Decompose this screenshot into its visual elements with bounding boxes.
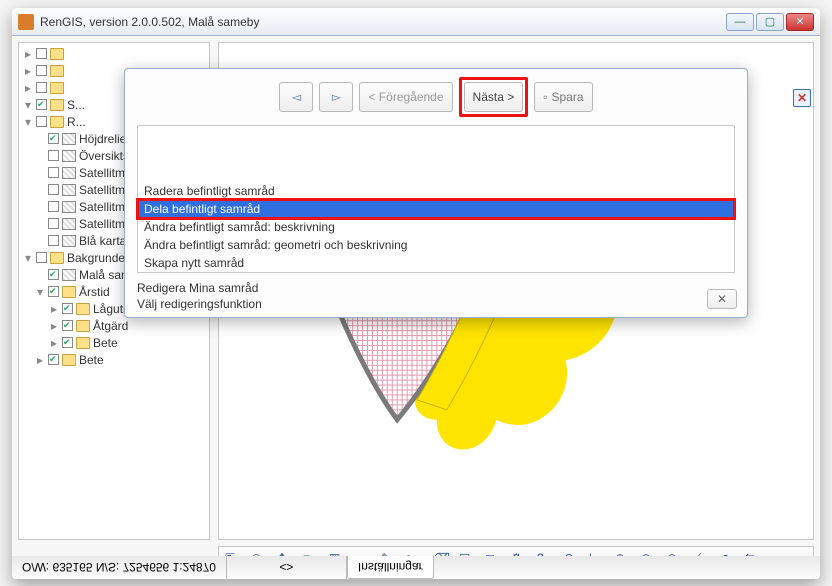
layer-checkbox[interactable] [36, 116, 47, 127]
tree-item-label: R... [67, 115, 86, 129]
status-mid: <> [227, 556, 347, 579]
layer-icon [62, 218, 76, 230]
layer-icon [62, 133, 76, 145]
layer-checkbox[interactable] [48, 286, 59, 297]
folder-icon [50, 252, 64, 264]
folder-icon [76, 303, 90, 315]
folder-icon [50, 65, 64, 77]
folder-icon [50, 48, 64, 60]
dialog-first-button[interactable]: ◅ [279, 82, 313, 112]
expand-icon[interactable]: ▸ [35, 353, 45, 367]
layer-checkbox[interactable] [48, 269, 59, 280]
tree-item[interactable]: ▸ Bete [23, 334, 207, 351]
expand-icon[interactable]: ▸ [49, 336, 59, 350]
dialog-option[interactable]: Ändra befintligt samråd: beskrivning [138, 218, 734, 236]
dialog-options-list[interactable]: Skapa nytt samrådÄndra befintligt samråd… [137, 125, 735, 273]
expand-icon[interactable]: ▸ [49, 302, 59, 316]
edit-dialog: ◅ ▻ < Föregående Nästa > ▫ Spara Skapa n… [124, 68, 748, 318]
status-bar: O/W: 635165 N/S: 7254656 1:24870 <> Inst… [12, 556, 820, 580]
dialog-button-bar: ◅ ▻ < Föregående Nästa > ▫ Spara [125, 75, 747, 119]
tree-item-label: Bakgrunder [67, 251, 129, 265]
layer-checkbox[interactable] [36, 99, 47, 110]
layer-checkbox[interactable] [48, 150, 59, 161]
tree-item-label: Höjdrelief [79, 132, 130, 146]
save-icon: ▫ [543, 90, 547, 104]
layer-checkbox[interactable] [48, 184, 59, 195]
expand-icon[interactable]: ▸ [23, 47, 33, 61]
expand-icon[interactable]: ▾ [23, 98, 33, 112]
coords-readout: O/W: 635165 N/S: 7254656 1:24870 [12, 556, 227, 579]
dialog-option[interactable]: Dela befintligt samråd [138, 200, 734, 218]
folder-icon [50, 116, 64, 128]
settings-tab[interactable]: Inställningar [347, 556, 434, 579]
dialog-option[interactable]: Ändra befintligt samråd: geometri och be… [138, 236, 734, 254]
tree-item-label: Bete [93, 336, 118, 350]
layer-icon [62, 150, 76, 162]
app-icon [18, 14, 34, 30]
window-buttons: — ▢ ✕ [726, 13, 814, 31]
folder-icon [76, 320, 90, 332]
expand-icon[interactable]: ▸ [23, 81, 33, 95]
maximize-button[interactable]: ▢ [756, 13, 784, 31]
tree-item-label: Årstid [79, 285, 110, 299]
tree-item[interactable]: ▸ [23, 45, 207, 62]
dialog-option[interactable]: Radera befintligt samråd [138, 182, 734, 200]
dialog-next-button[interactable]: Nästa > [464, 82, 524, 112]
layer-checkbox[interactable] [36, 252, 47, 263]
layer-checkbox[interactable] [36, 65, 47, 76]
layer-icon [62, 184, 76, 196]
folder-icon [62, 354, 76, 366]
highlight-next: Nästa > [459, 77, 529, 117]
layer-checkbox[interactable] [48, 354, 59, 365]
dialog-labels: Välj redigeringsfunktion Redigera Mina s… [137, 281, 262, 311]
dialog-save-button[interactable]: ▫ Spara [534, 82, 592, 112]
layer-checkbox[interactable] [36, 82, 47, 93]
minimize-button[interactable]: — [726, 13, 754, 31]
dialog-subtitle: Välj redigeringsfunktion [137, 297, 262, 311]
folder-icon [62, 286, 76, 298]
close-button[interactable]: ✕ [786, 13, 814, 31]
tree-item-label: Bete [79, 353, 104, 367]
layer-icon [62, 235, 76, 247]
expand-icon[interactable]: ▸ [49, 319, 59, 333]
layer-icon [62, 201, 76, 213]
layer-checkbox[interactable] [48, 235, 59, 246]
tree-item-label: S... [67, 98, 85, 112]
folder-icon [76, 337, 90, 349]
layer-icon [62, 269, 76, 281]
layer-checkbox[interactable] [62, 337, 73, 348]
expand-icon[interactable]: ▾ [23, 251, 33, 265]
layer-checkbox[interactable] [48, 201, 59, 212]
titlebar: RenGIS, version 2.0.0.502, Malå sameby —… [12, 8, 820, 36]
dialog-save-label: Spara [552, 90, 584, 104]
expand-icon[interactable]: ▾ [23, 115, 33, 129]
tree-item-label: Åtgärd [93, 319, 128, 333]
layer-checkbox[interactable] [36, 48, 47, 59]
layer-checkbox[interactable] [62, 320, 73, 331]
expand-icon[interactable]: ▸ [23, 64, 33, 78]
tree-item[interactable]: ▸ Bete [23, 351, 207, 368]
layer-checkbox[interactable] [62, 303, 73, 314]
layer-checkbox[interactable] [48, 133, 59, 144]
tree-item[interactable]: ▸ Åtgärd [23, 317, 207, 334]
map-panel-close-icon[interactable]: ✕ [793, 89, 811, 107]
folder-icon [50, 82, 64, 94]
dialog-prev-button[interactable]: < Föregående [359, 82, 452, 112]
app-window: RenGIS, version 2.0.0.502, Malå sameby —… [12, 8, 820, 580]
layer-checkbox[interactable] [48, 218, 59, 229]
layer-icon [62, 167, 76, 179]
folder-icon [50, 99, 64, 111]
dialog-option[interactable]: Skapa nytt samråd [138, 254, 734, 272]
expand-icon[interactable]: ▾ [35, 285, 45, 299]
dialog-title: Redigera Mina samråd [137, 281, 262, 295]
dialog-close-button[interactable]: ✕ [707, 289, 737, 309]
window-title: RenGIS, version 2.0.0.502, Malå sameby [40, 15, 726, 29]
dialog-last-button[interactable]: ▻ [319, 82, 353, 112]
layer-checkbox[interactable] [48, 167, 59, 178]
